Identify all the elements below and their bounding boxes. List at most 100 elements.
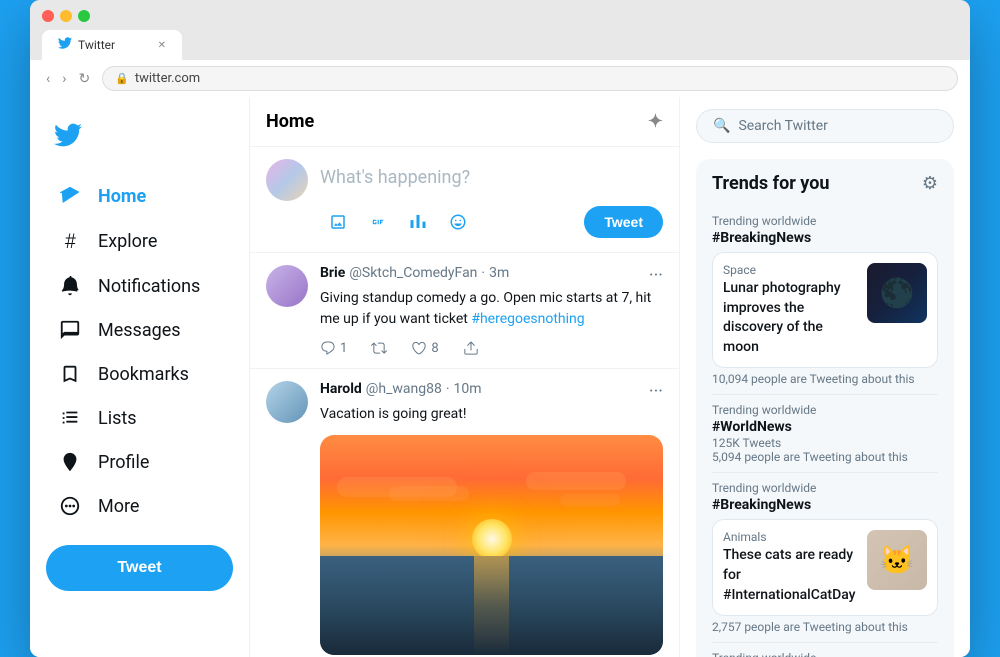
back-button[interactable]: ‹ [42,69,54,89]
messages-icon [58,319,82,341]
forward-button[interactable]: › [58,69,70,89]
trend-item-2[interactable]: Trending worldwide #BreakingNews Animals… [712,473,938,643]
compose-right: What's happening? [320,159,663,240]
trend-category-3: Trending worldwide [712,651,938,657]
sidebar-item-notifications[interactable]: Notifications [46,265,233,307]
tweet-link-brie[interactable]: #heregoesnothing [471,311,584,327]
minimize-button[interactable] [60,10,72,22]
lock-icon: 🔒 [115,72,129,85]
like-action-brie[interactable]: 8 [411,340,438,356]
sidebar-item-profile[interactable]: Profile [46,441,233,483]
explore-icon: # [58,229,82,253]
tweet-actions-brie: 1 8 [320,340,663,356]
sunset-sun [472,519,512,559]
sidebar-item-messages[interactable]: Messages [46,309,233,351]
feed-title: Home [266,111,314,132]
sidebar: Home # Explore Notifications Messages [30,97,250,657]
tweet-more-harold[interactable]: ··· [649,381,663,402]
trends-settings-icon[interactable]: ⚙ [922,173,938,194]
traffic-lights [42,10,958,22]
compose-avatar [266,159,308,201]
trend-thumb-cat [867,530,927,590]
url-text: twitter.com [135,71,200,86]
trend-item-0[interactable]: Trending worldwide #BreakingNews Space L… [712,206,938,395]
compose-actions: Tweet [320,204,663,240]
tweet-content-brie: Brie @Sktch_ComedyFan · 3m ··· Giving st… [320,265,663,356]
bookmarks-icon [58,363,82,385]
trend-card-category-2: Animals [723,530,859,544]
tweet-name-brie: Brie [320,265,345,281]
tweet-item[interactable]: Brie @Sktch_ComedyFan · 3m ··· Giving st… [250,253,679,369]
trend-count-2: 2,757 people are Tweeting about this [712,620,938,634]
refresh-button[interactable]: ↻ [74,69,94,89]
trend-thumb-moon [867,263,927,323]
tweet-header-brie: Brie @Sktch_ComedyFan · 3m ··· [320,265,663,286]
tweet-elapsed-brie: 3m [489,265,509,281]
browser-chrome: Twitter ✕ [30,0,970,60]
browser-content: Home # Explore Notifications Messages [30,97,970,657]
sunset-reflection [474,556,508,655]
compose-placeholder[interactable]: What's happening? [320,159,663,196]
maximize-button[interactable] [78,10,90,22]
trend-category-0: Trending worldwide [712,214,938,228]
twitter-logo[interactable] [46,113,233,161]
notifications-icon [58,275,82,297]
tweet-more-brie[interactable]: ··· [649,265,663,286]
url-bar[interactable]: 🔒 twitter.com [102,66,958,91]
trend-card-0: Space Lunar photography improves the dis… [723,263,927,357]
compose-tweet-button[interactable]: Tweet [584,206,663,238]
sidebar-item-explore[interactable]: # Explore [46,219,233,263]
sidebar-item-profile-label: Profile [98,452,149,473]
compose-emoji-icon[interactable] [440,204,476,240]
compose-area: What's happening? [250,147,679,253]
close-button[interactable] [42,10,54,22]
trend-name-1: #WorldNews [712,419,938,435]
trend-category-2: Trending worldwide [712,481,938,495]
tweet-handle-harold: @h_wang88 [366,381,442,397]
tweet-image-harold [320,435,663,655]
sidebar-item-bookmarks[interactable]: Bookmarks [46,353,233,395]
more-icon [58,495,82,517]
tab-close-icon[interactable]: ✕ [158,40,166,51]
sidebar-item-messages-label: Messages [98,320,181,341]
tweet-header-harold: Harold @h_wang88 · 10m ··· [320,381,663,402]
trend-card-2: Animals These cats are ready for #Intern… [723,530,927,605]
sidebar-item-home[interactable]: Home [46,175,233,217]
compose-icons [320,204,476,240]
tweet-meta-brie: Brie @Sktch_ComedyFan · 3m [320,265,509,281]
trend-item-1[interactable]: Trending worldwide #WorldNews 125K Tweet… [712,395,938,473]
reply-action-brie[interactable]: 1 [320,340,347,356]
sparkle-icon[interactable]: ✦ [648,111,663,132]
sidebar-item-lists[interactable]: Lists [46,397,233,439]
twitter-tab[interactable]: Twitter ✕ [42,30,182,60]
feed-header: Home ✦ [250,97,679,147]
home-icon [58,185,82,207]
search-box[interactable]: 🔍 Search Twitter [696,109,954,143]
compose-poll-icon[interactable] [400,204,436,240]
tweet-time-brie: · [481,265,485,281]
compose-image-icon[interactable] [320,204,356,240]
tweet-item-harold[interactable]: Harold @h_wang88 · 10m ··· Vacation is g… [250,369,679,657]
trend-name-2: #BreakingNews [712,497,938,513]
trends-header: Trends for you ⚙ [712,173,938,194]
tweet-button[interactable]: Tweet [46,545,233,591]
trend-card-description-2: These cats are ready for #InternationalC… [723,546,859,605]
browser-tabs: Twitter ✕ [42,30,958,60]
sidebar-item-more-label: More [98,496,139,517]
sidebar-item-more[interactable]: More [46,485,233,527]
trends-box: Trends for you ⚙ Trending worldwide #Bre… [696,159,954,657]
share-action-brie[interactable] [463,340,479,356]
sidebar-item-bookmarks-label: Bookmarks [98,364,189,385]
tweet-meta-harold: Harold @h_wang88 · 10m [320,381,482,397]
tweet-avatar-harold [266,381,308,423]
trend-name-0: #BreakingNews [712,230,938,246]
sidebar-item-home-label: Home [98,186,146,207]
right-sidebar: 🔍 Search Twitter Trends for you ⚙ Trendi… [680,97,970,657]
trend-card-description-0: Lunar photography improves the discovery… [723,279,859,357]
tab-label: Twitter [78,38,115,52]
tweet-handle-brie: @Sktch_ComedyFan [349,265,477,281]
browser-window: Twitter ✕ ‹ › ↻ 🔒 twitter.com [30,0,970,657]
trend-item-3[interactable]: Trending worldwide #GreatestOfAllTime 10… [712,643,938,657]
retweet-action-brie[interactable] [371,340,387,356]
compose-gif-icon[interactable] [360,204,396,240]
